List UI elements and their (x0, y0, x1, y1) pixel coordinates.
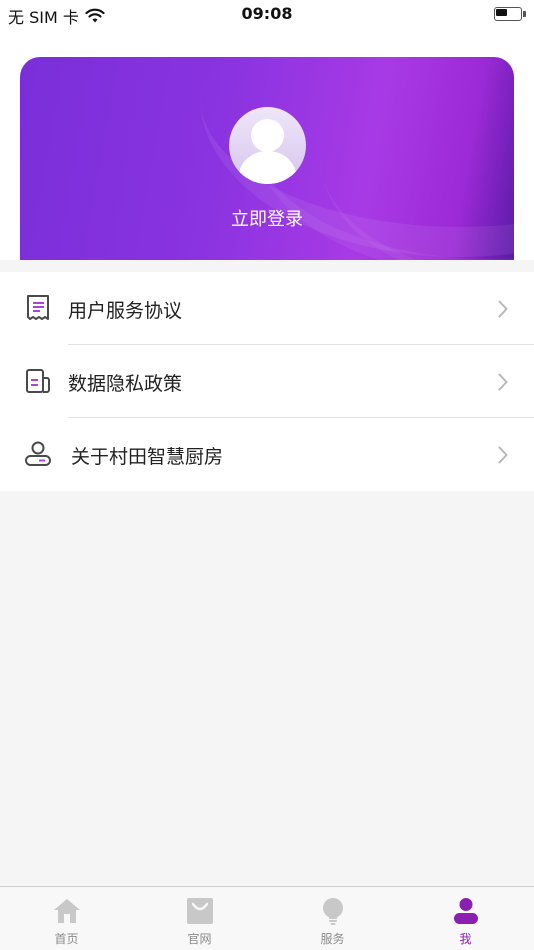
user-info-icon (25, 441, 51, 466)
avatar[interactable] (229, 107, 306, 184)
menu-item-label: 用户服务协议 (68, 300, 183, 322)
chevron-right-icon (498, 373, 508, 391)
menu-item-label: 数据隐私政策 (68, 373, 183, 395)
person-icon (453, 898, 478, 924)
status-time: 09:08 (241, 4, 293, 23)
tab-me[interactable]: 我 (399, 887, 532, 950)
tab-label: 我 (459, 932, 472, 946)
menu-item-privacy-policy[interactable]: 数据隐私政策 (0, 345, 534, 418)
tab-bar: 首页 官网 服务 我 (0, 886, 534, 950)
login-button[interactable]: 立即登录 (20, 205, 514, 231)
menu-item-label: 关于村田智慧厨房 (71, 446, 224, 468)
shopping-bag-icon (186, 898, 213, 924)
menu-item-user-agreement[interactable]: 用户服务协议 (0, 272, 534, 345)
document-icon (26, 369, 50, 393)
receipt-icon (27, 295, 49, 320)
profile-card[interactable]: 立即登录 (20, 57, 514, 260)
tab-label: 服务 (320, 932, 345, 946)
status-bar: 无 SIM 卡 09:08 (0, 0, 534, 28)
tab-label: 官网 (187, 932, 212, 946)
tab-home[interactable]: 首页 (0, 887, 133, 950)
battery-icon (494, 7, 526, 21)
settings-menu: 用户服务协议 数据隐私政策 关于村田智慧厨房 (0, 272, 534, 491)
tab-label: 首页 (54, 932, 79, 946)
menu-item-about[interactable]: 关于村田智慧厨房 (0, 418, 534, 491)
lightbulb-icon (322, 898, 343, 925)
chevron-right-icon (498, 446, 508, 464)
chevron-right-icon (498, 300, 508, 318)
tab-service[interactable]: 服务 (266, 887, 399, 950)
home-icon (53, 899, 80, 923)
tab-website[interactable]: 官网 (133, 887, 266, 950)
